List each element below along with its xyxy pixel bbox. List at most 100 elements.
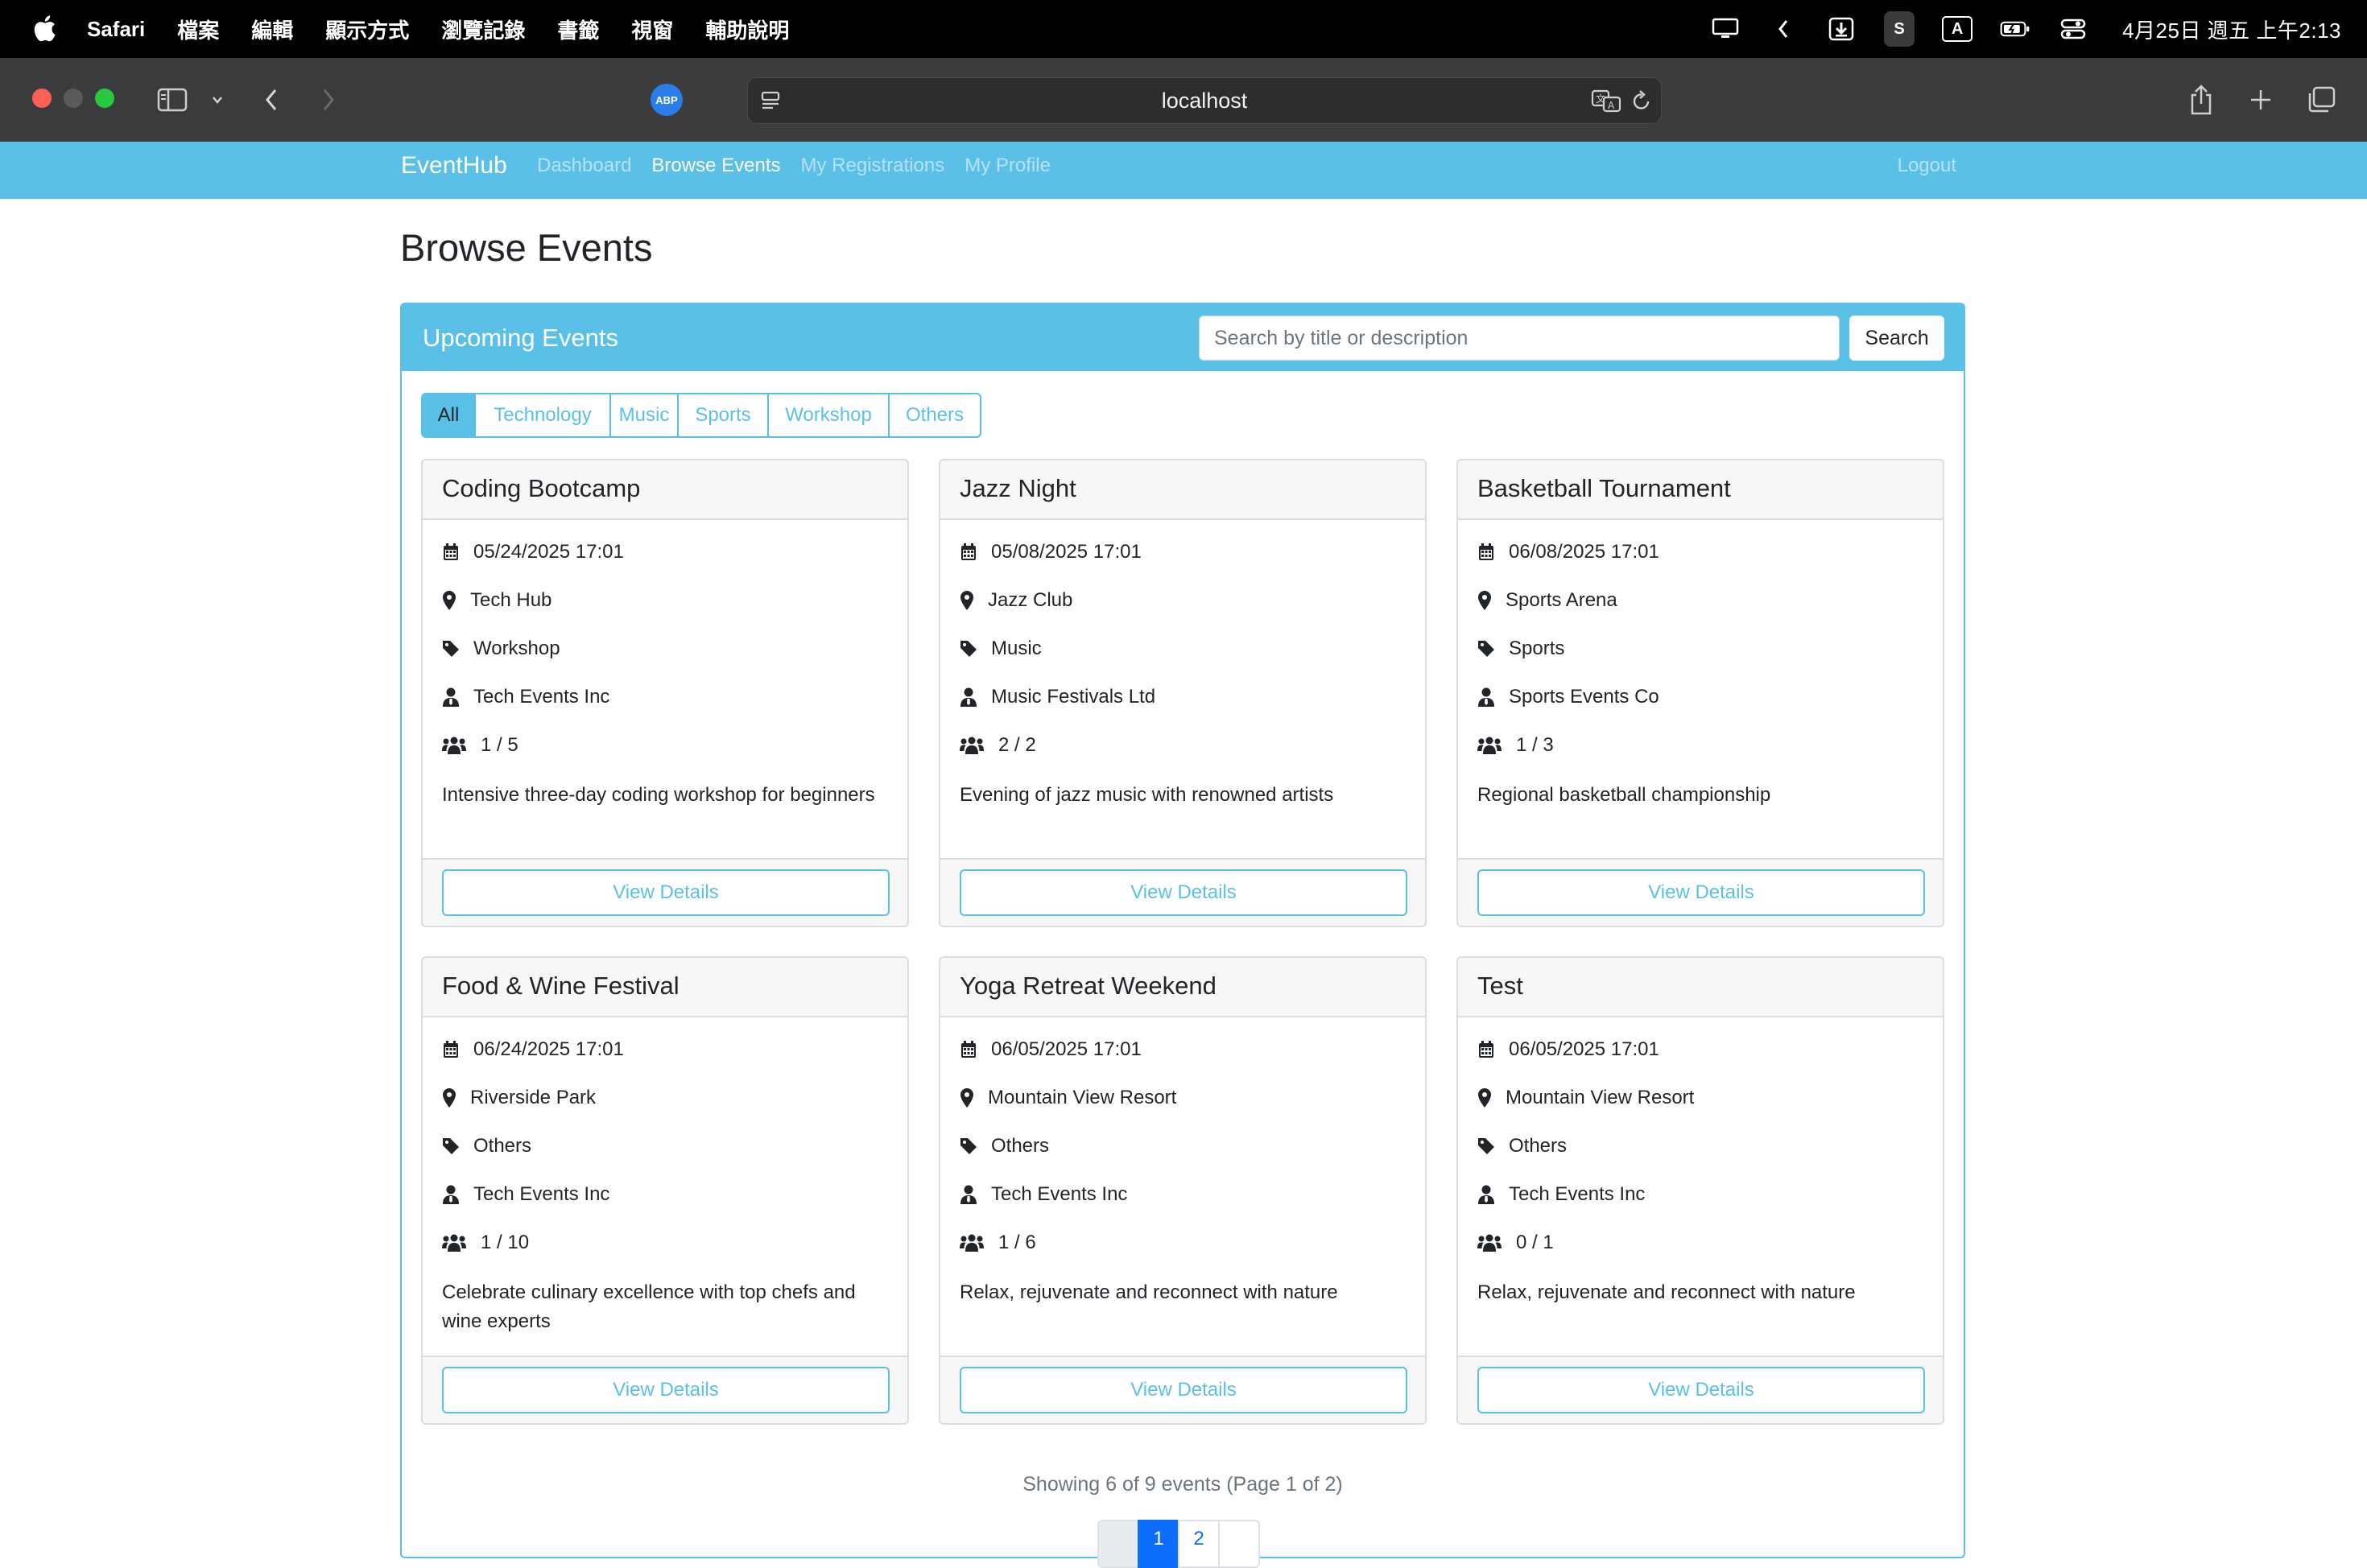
input-method-icon[interactable]: A: [1942, 16, 1973, 42]
filter-technology[interactable]: Technology: [474, 393, 611, 438]
s-app-label: S: [1884, 11, 1915, 47]
card-footer: View Details: [1458, 1355, 1943, 1423]
page-title: Browse Events: [400, 226, 653, 269]
menu-view[interactable]: 顯示方式: [325, 14, 409, 44]
menu-edit[interactable]: 編輯: [251, 14, 293, 44]
event-organizer-row: Tech Events Inc: [1477, 1178, 1645, 1211]
event-location: Riverside Park: [470, 1087, 597, 1108]
menu-history[interactable]: 瀏覽記錄: [441, 14, 525, 44]
filter-others[interactable]: Others: [888, 393, 981, 438]
sidebar-toggle-icon[interactable]: [156, 84, 188, 116]
event-organizer: Sports Events Co: [1509, 686, 1659, 708]
filter-sports[interactable]: Sports: [677, 393, 769, 438]
share-icon[interactable]: [2185, 82, 2217, 118]
event-location-row: Riverside Park: [442, 1082, 596, 1114]
tag-icon: [960, 639, 977, 658]
search-button[interactable]: Search: [1849, 316, 1944, 361]
calendar-icon: [442, 543, 460, 562]
translate-icon[interactable]: 文A: [1590, 86, 1622, 115]
control-center-icon[interactable]: [2058, 17, 2088, 41]
event-organizer-row: Tech Events Inc: [442, 681, 609, 713]
new-tab-icon[interactable]: [2245, 84, 2277, 116]
event-date: 05/08/2025 17:01: [991, 541, 1142, 563]
apple-logo-icon[interactable]: [32, 13, 56, 43]
event-location-row: Mountain View Resort: [1477, 1082, 1694, 1114]
event-capacity-row: 1 / 10: [442, 1227, 529, 1259]
pagination-next[interactable]: [1218, 1520, 1260, 1568]
back-icon[interactable]: [259, 85, 283, 114]
display-icon[interactable]: [1710, 17, 1741, 41]
view-details-button[interactable]: View Details: [1477, 869, 1925, 916]
view-details-button[interactable]: View Details: [442, 869, 890, 916]
menu-file[interactable]: 檔案: [177, 14, 219, 44]
reload-icon[interactable]: [1629, 88, 1654, 113]
status-area: S A 4月25日 週五 上午2:13: [1683, 0, 2341, 58]
nav-browse-events[interactable]: Browse Events: [651, 155, 780, 177]
pagination-prev[interactable]: [1097, 1520, 1139, 1568]
menu-window[interactable]: 視窗: [631, 14, 673, 44]
menu-bookmarks[interactable]: 書籤: [557, 14, 599, 44]
minimize-window-button[interactable]: [64, 89, 83, 108]
zoom-window-button[interactable]: [95, 89, 114, 108]
event-category-row: Others: [1477, 1130, 1567, 1162]
view-details-button[interactable]: View Details: [442, 1367, 890, 1413]
user-tie-icon: [960, 1185, 977, 1204]
menu-app-name[interactable]: Safari: [87, 17, 145, 42]
logout-link[interactable]: Logout: [1898, 142, 1956, 190]
pagination-page-1[interactable]: 1: [1138, 1520, 1179, 1568]
menubar-clock[interactable]: 4月25日 週五 上午2:13: [2122, 14, 2341, 44]
event-capacity: 2 / 2: [998, 734, 1036, 756]
tag-icon: [960, 1137, 977, 1156]
view-details-button[interactable]: View Details: [960, 869, 1407, 916]
panel-title: Upcoming Events: [423, 324, 618, 352]
event-location: Mountain View Resort: [988, 1087, 1177, 1108]
event-location: Jazz Club: [988, 589, 1073, 611]
card-footer: View Details: [940, 858, 1425, 926]
nav-my-profile[interactable]: My Profile: [965, 155, 1051, 177]
nav-my-registrations[interactable]: My Registrations: [801, 155, 945, 177]
tag-icon: [442, 639, 460, 658]
filter-all[interactable]: All: [421, 393, 476, 438]
view-details-button[interactable]: View Details: [1477, 1367, 1925, 1413]
users-icon: [442, 736, 466, 755]
pagination-page-2[interactable]: 2: [1178, 1520, 1220, 1568]
calendar-icon: [1477, 1040, 1495, 1059]
nav-dashboard[interactable]: Dashboard: [537, 155, 631, 177]
view-details-button[interactable]: View Details: [960, 1367, 1407, 1413]
event-capacity: 1 / 10: [481, 1232, 530, 1253]
map-marker-icon: [960, 1088, 974, 1108]
event-date: 05/24/2025 17:01: [473, 541, 624, 563]
event-location: Sports Arena: [1506, 589, 1617, 611]
event-location: Tech Hub: [470, 589, 552, 611]
event-title: Test: [1458, 958, 1943, 1017]
event-date-row: 06/08/2025 17:01: [1477, 536, 1659, 568]
svg-text:A: A: [1608, 100, 1615, 111]
event-category-row: Others: [442, 1130, 531, 1162]
event-organizer: Tech Events Inc: [473, 686, 610, 708]
close-window-button[interactable]: [32, 89, 52, 108]
chevron-left-icon[interactable]: [1768, 17, 1799, 41]
battery-icon[interactable]: [2000, 17, 2030, 41]
chevron-down-icon[interactable]: [208, 90, 227, 109]
search-input[interactable]: [1199, 316, 1840, 361]
url-text[interactable]: localhost: [748, 78, 1661, 123]
calendar-icon: [960, 1040, 977, 1059]
menu-help[interactable]: 輔助說明: [705, 14, 789, 44]
panel-header: Upcoming Events Search: [402, 304, 1964, 371]
adblock-plus-icon[interactable]: ABP: [651, 84, 683, 116]
event-date: 06/05/2025 17:01: [991, 1038, 1142, 1060]
event-organizer: Tech Events Inc: [1509, 1183, 1646, 1205]
tab-overview-icon[interactable]: [2304, 84, 2338, 116]
forward-icon[interactable]: [316, 85, 341, 114]
event-date-row: 05/08/2025 17:01: [960, 536, 1142, 568]
filter-music[interactable]: Music: [609, 393, 679, 438]
event-date-row: 06/05/2025 17:01: [960, 1034, 1142, 1066]
brand-logo[interactable]: EventHub: [401, 142, 507, 190]
s-app-icon[interactable]: S: [1884, 11, 1915, 47]
download-icon[interactable]: [1826, 17, 1857, 41]
filter-workshop[interactable]: Workshop: [767, 393, 890, 438]
users-icon: [960, 736, 984, 755]
event-location-row: Jazz Club: [960, 584, 1072, 617]
event-category: Sports: [1509, 638, 1565, 659]
address-bar[interactable]: localhost 文A: [747, 77, 1662, 124]
